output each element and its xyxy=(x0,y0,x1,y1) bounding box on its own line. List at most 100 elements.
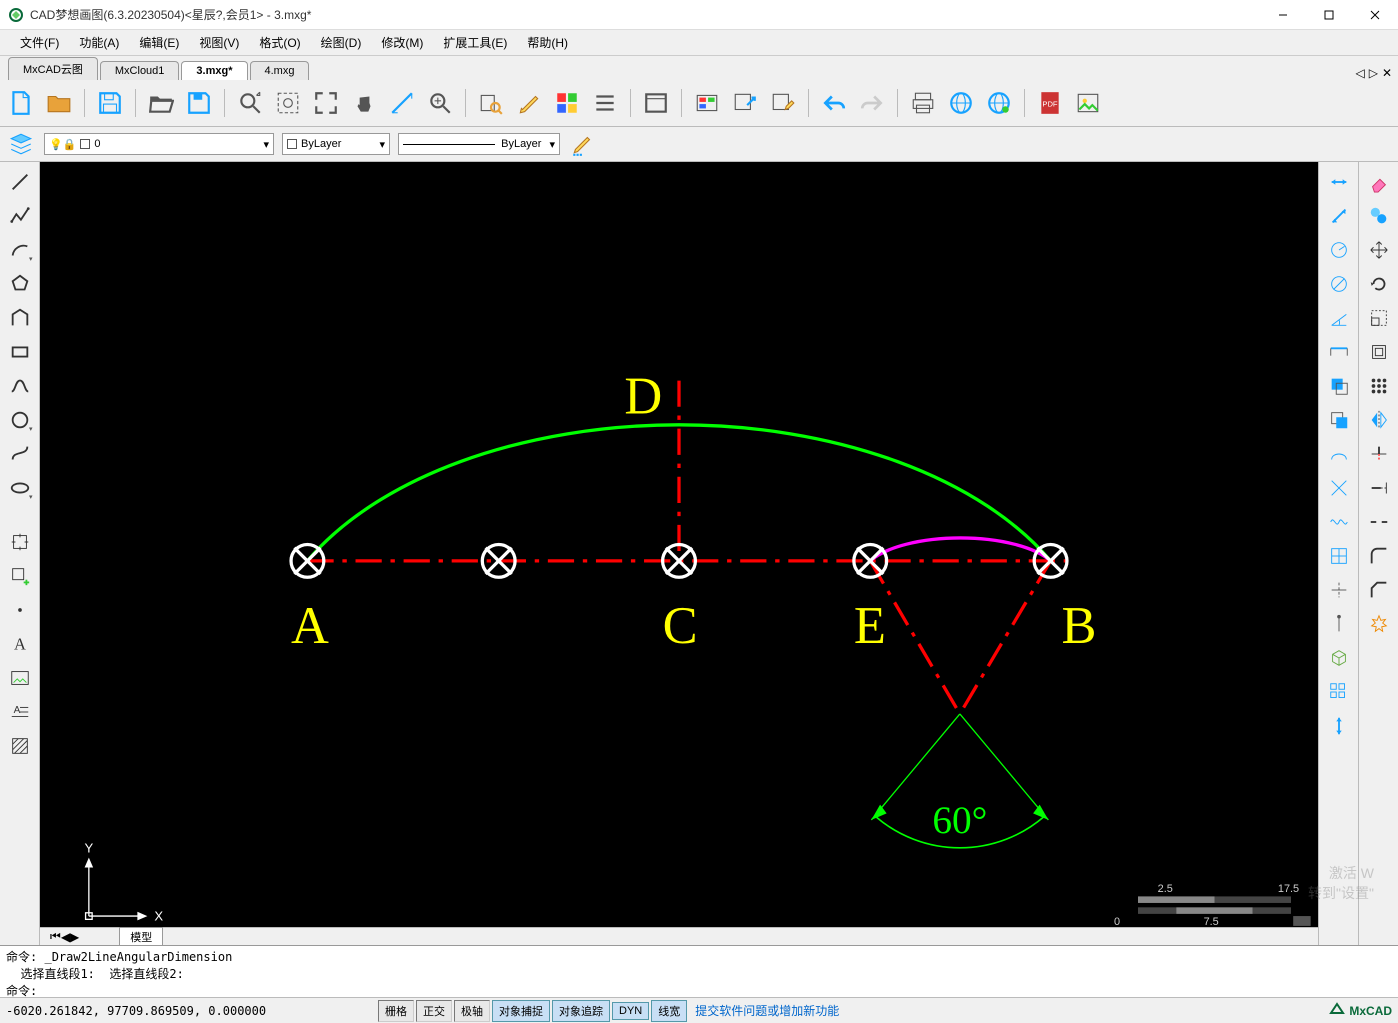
rotate-button[interactable] xyxy=(1363,268,1395,300)
window-button[interactable] xyxy=(639,86,673,120)
extend-button[interactable] xyxy=(1363,472,1395,504)
polygon-tool-button[interactable] xyxy=(4,268,36,300)
dim-angular-button[interactable] xyxy=(1323,302,1355,334)
menu-draw[interactable]: 绘图(D) xyxy=(311,30,372,55)
find-button[interactable] xyxy=(474,86,508,120)
leader-button[interactable] xyxy=(1323,608,1355,640)
zoom-selection-button[interactable] xyxy=(271,86,305,120)
status-ortho-toggle[interactable]: 正交 xyxy=(416,1000,452,1022)
status-lwt-toggle[interactable]: 线宽 xyxy=(651,1000,687,1022)
circle-tool-button[interactable]: ▾ xyxy=(4,404,36,436)
layer-manager-button[interactable] xyxy=(6,131,36,157)
status-grid-toggle[interactable]: 栅格 xyxy=(378,1000,414,1022)
zoom-realtime-button[interactable] xyxy=(423,86,457,120)
print-button[interactable] xyxy=(906,86,940,120)
scroll-prev-icon[interactable]: ◀ xyxy=(61,930,70,944)
array-button[interactable] xyxy=(1323,676,1355,708)
tab-scroll-left[interactable]: ◁ xyxy=(1355,66,1364,80)
feedback-link[interactable]: 提交软件问题或增加新功能 xyxy=(695,1002,839,1019)
web-button[interactable] xyxy=(944,86,978,120)
close-button[interactable] xyxy=(1352,0,1398,30)
dim-diameter-button[interactable] xyxy=(1323,268,1355,300)
point-tool-button[interactable] xyxy=(4,594,36,626)
minimize-button[interactable] xyxy=(1260,0,1306,30)
menu-ext-tools[interactable]: 扩展工具(E) xyxy=(433,30,517,55)
model-space-tab[interactable]: 模型 xyxy=(119,927,163,947)
scroll-first-icon[interactable]: ⏮ xyxy=(50,929,61,944)
menu-modify[interactable]: 修改(M) xyxy=(371,30,433,55)
file-tab-mxcad-cloud[interactable]: MxCAD云图 xyxy=(8,57,98,80)
menu-format[interactable]: 格式(O) xyxy=(249,30,310,55)
dim-radius-button[interactable] xyxy=(1323,234,1355,266)
edit-pen-button[interactable] xyxy=(568,131,598,157)
sine-dim-button[interactable] xyxy=(1323,506,1355,538)
menu-edit[interactable]: 编辑(E) xyxy=(129,30,189,55)
polyline-tool-button[interactable] xyxy=(4,200,36,232)
menu-file[interactable]: 文件(F) xyxy=(10,30,69,55)
centerline-button[interactable] xyxy=(1323,574,1355,606)
color-palette-button[interactable] xyxy=(550,86,584,120)
dim-aligned-button[interactable] xyxy=(1323,200,1355,232)
3d-box-button[interactable] xyxy=(1323,642,1355,674)
file-tab-4mxg[interactable]: 4.mxg xyxy=(250,61,310,80)
open-folder-button[interactable] xyxy=(144,86,178,120)
image-tool-button[interactable] xyxy=(4,662,36,694)
mtext-tool-button[interactable]: A xyxy=(4,696,36,728)
pentagon-tool-button[interactable] xyxy=(4,302,36,334)
command-input[interactable] xyxy=(44,984,644,998)
explode-button[interactable] xyxy=(1363,608,1395,640)
status-dyn-toggle[interactable]: DYN xyxy=(612,1002,649,1020)
grid-dim-button[interactable] xyxy=(1323,540,1355,572)
status-otrack-toggle[interactable]: 对象追踪 xyxy=(552,1000,610,1022)
tab-close-button[interactable]: ✕ xyxy=(1382,66,1392,80)
dim-horizontal-button[interactable] xyxy=(1323,336,1355,368)
undo-button[interactable] xyxy=(817,86,851,120)
curve-tool-button[interactable] xyxy=(4,438,36,470)
scroll-next-icon[interactable]: ▶ xyxy=(70,930,79,944)
zoom-extents-button[interactable] xyxy=(309,86,343,120)
save-as-button[interactable] xyxy=(182,86,216,120)
scale-button[interactable] xyxy=(1363,302,1395,334)
linetype-select[interactable]: ByLayer ▾ xyxy=(398,133,560,155)
menu-view[interactable]: 视图(V) xyxy=(189,30,249,55)
web2-button[interactable] xyxy=(982,86,1016,120)
offset-button[interactable] xyxy=(1363,336,1395,368)
layer-select[interactable]: 💡 🔒 0 ▾ xyxy=(44,133,274,155)
send-back-button[interactable] xyxy=(1323,404,1355,436)
dim-linear-button[interactable] xyxy=(1323,166,1355,198)
menu-function[interactable]: 功能(A) xyxy=(69,30,129,55)
highlight-button[interactable] xyxy=(512,86,546,120)
new-file-button[interactable] xyxy=(4,86,38,120)
drawing-canvas[interactable]: 60° A C E B D xyxy=(40,162,1318,927)
redo-button[interactable] xyxy=(855,86,889,120)
image-button[interactable] xyxy=(1071,86,1105,120)
spline-tool-button[interactable] xyxy=(4,370,36,402)
measure-button[interactable] xyxy=(385,86,419,120)
maximize-button[interactable] xyxy=(1306,0,1352,30)
ellipse-tool-button[interactable]: ▾ xyxy=(4,472,36,504)
file-tab-mxcloud1[interactable]: MxCloud1 xyxy=(100,61,180,80)
command-window[interactable]: 命令: _Draw2LineAngularDimension 选择直线段1: 选… xyxy=(0,945,1398,997)
save-button[interactable] xyxy=(93,86,127,120)
zoom-window-button[interactable] xyxy=(233,86,267,120)
array-grid-button[interactable] xyxy=(1363,370,1395,402)
menu-help[interactable]: 帮助(H) xyxy=(517,30,578,55)
bring-front-button[interactable] xyxy=(1323,370,1355,402)
text-tool-button[interactable]: A xyxy=(4,628,36,660)
move-button[interactable] xyxy=(1363,234,1395,266)
break-button[interactable] xyxy=(1363,506,1395,538)
edit-window-button[interactable] xyxy=(766,86,800,120)
list-button[interactable] xyxy=(588,86,622,120)
pdf-button[interactable]: PDF xyxy=(1033,86,1067,120)
block-add-button[interactable] xyxy=(4,560,36,592)
screen-capture-button[interactable] xyxy=(690,86,724,120)
mirror-button[interactable] xyxy=(1363,404,1395,436)
fillet-button[interactable] xyxy=(1363,540,1395,572)
insert-block-button[interactable] xyxy=(4,526,36,558)
copy-button[interactable] xyxy=(1363,200,1395,232)
pan-button[interactable] xyxy=(347,86,381,120)
line-tool-button[interactable] xyxy=(4,166,36,198)
status-osnap-toggle[interactable]: 对象捕捉 xyxy=(492,1000,550,1022)
curve-dim-button[interactable] xyxy=(1323,438,1355,470)
cross-dim-button[interactable] xyxy=(1323,472,1355,504)
